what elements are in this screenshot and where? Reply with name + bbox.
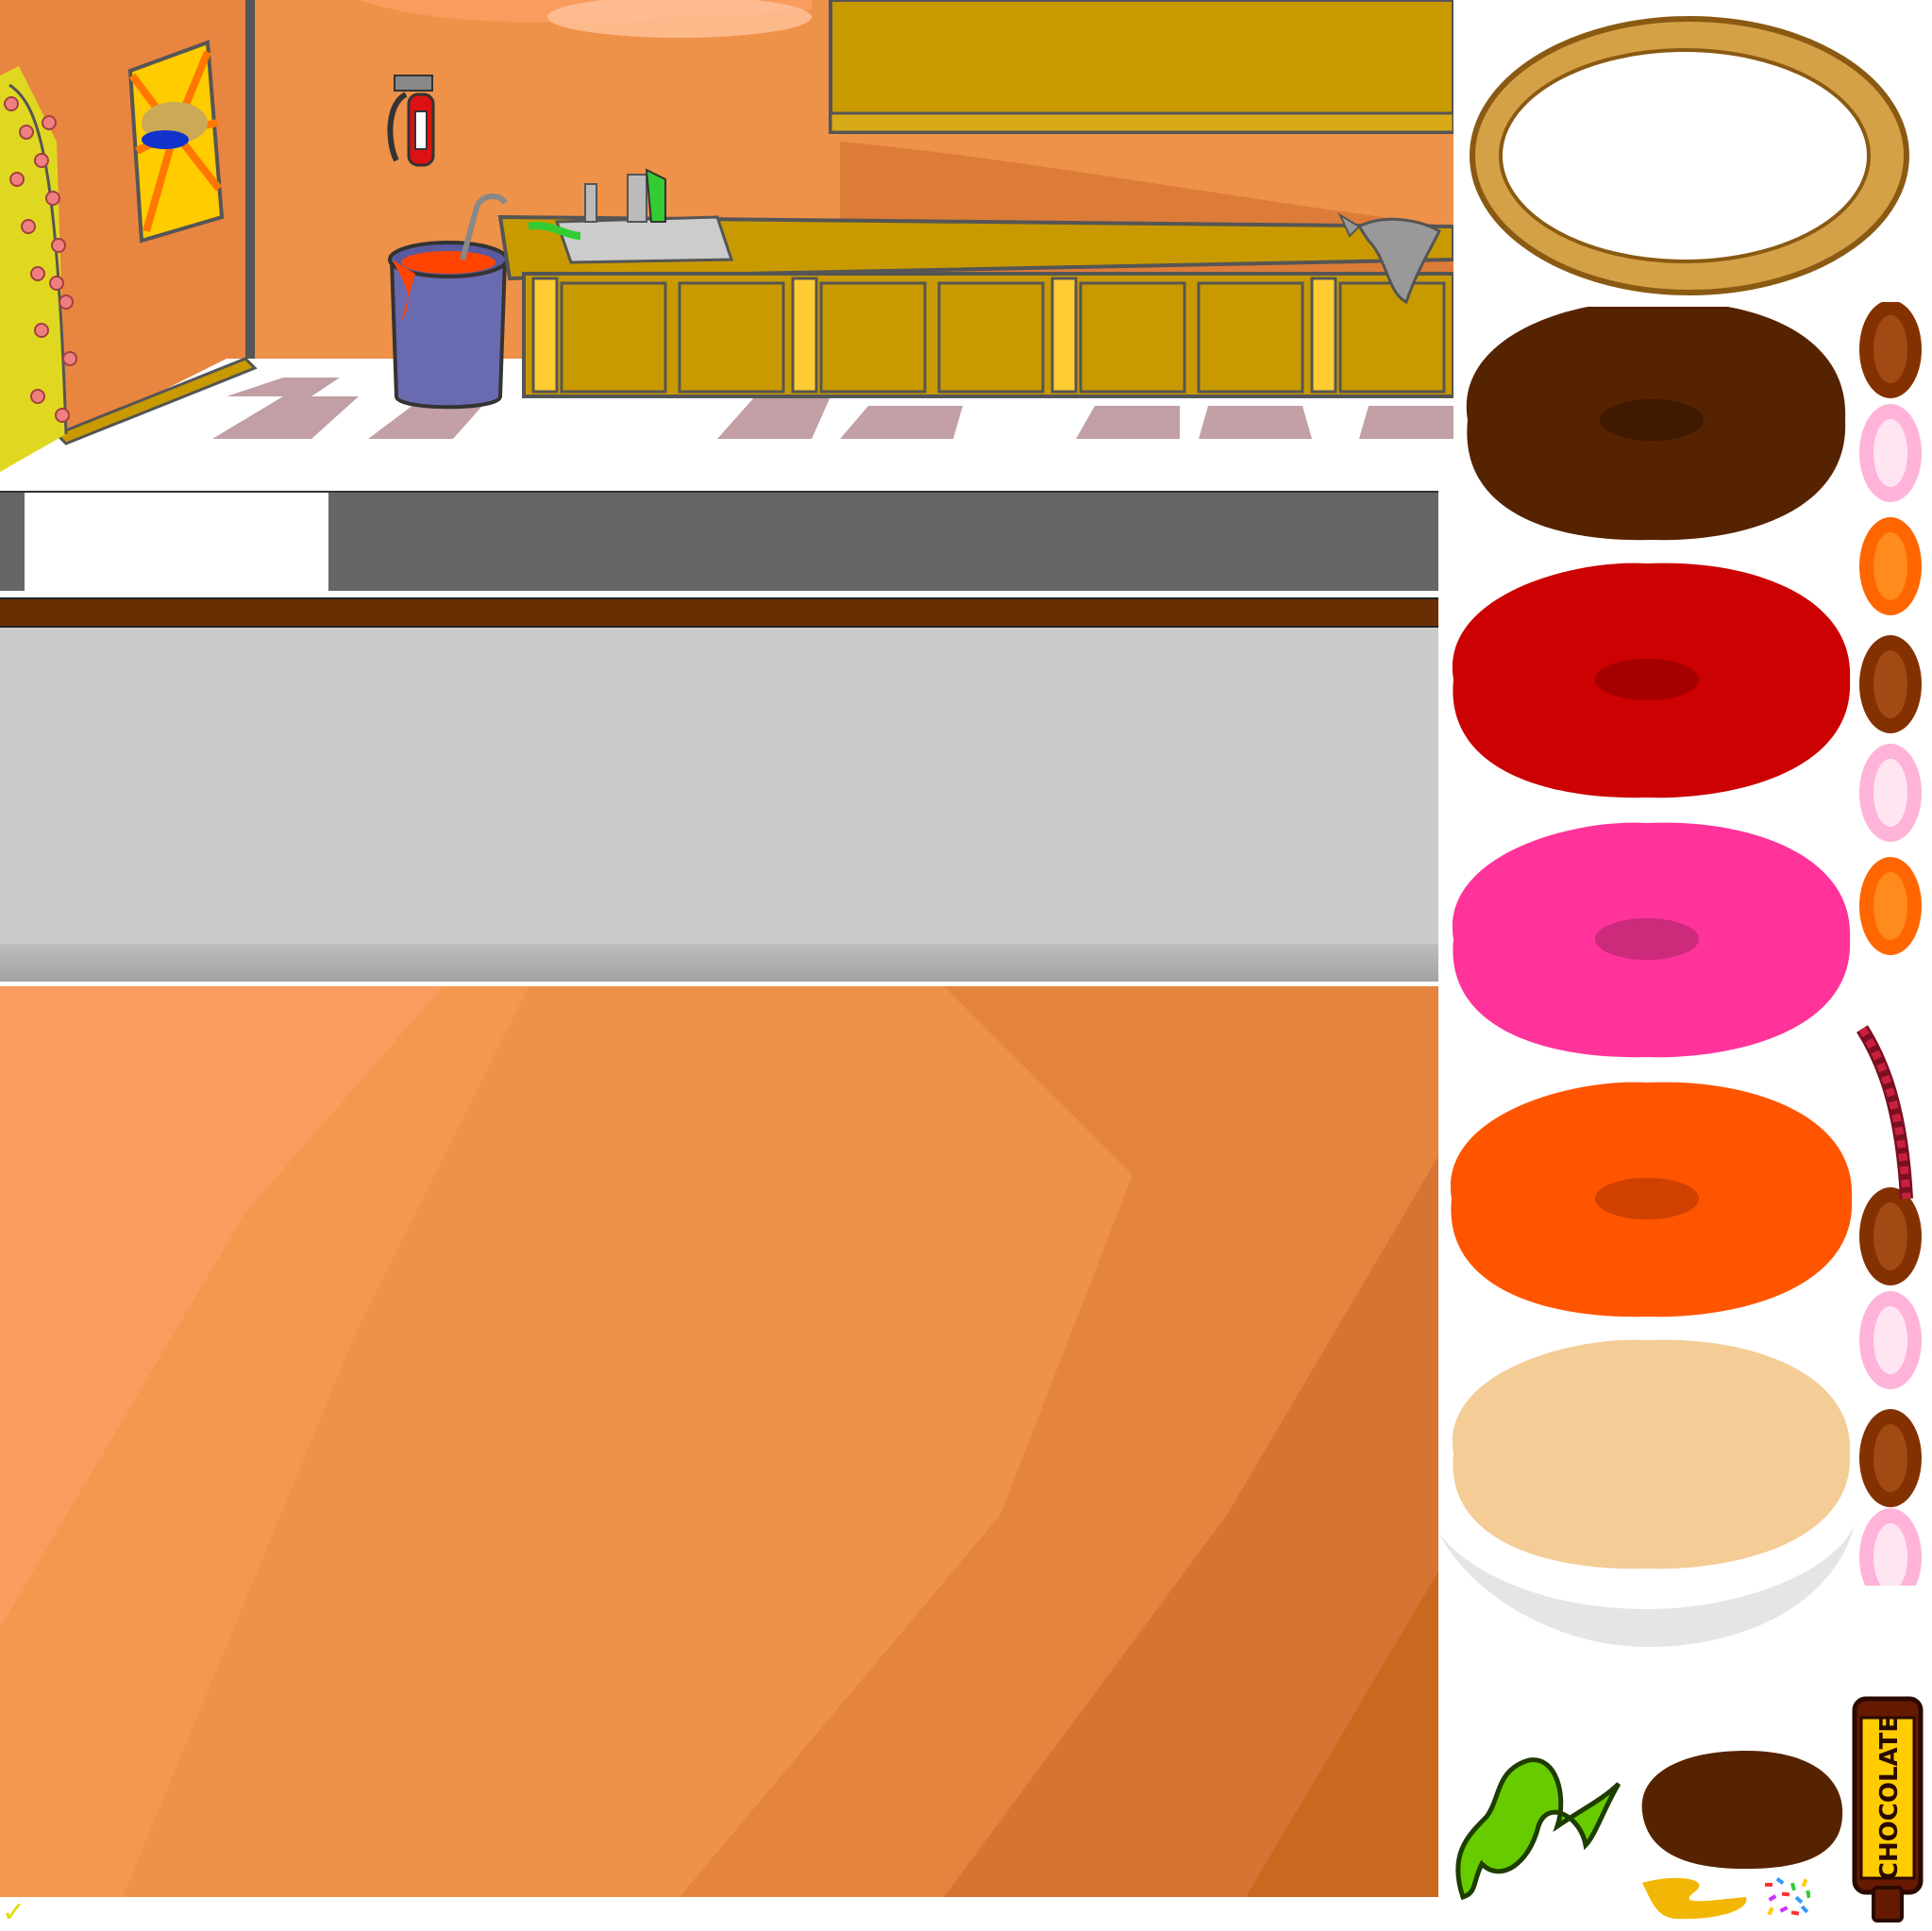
kitchen-scene — [0, 0, 1453, 485]
sprinkle — [1765, 1883, 1772, 1887]
sprinkle — [1767, 1906, 1774, 1916]
jelly-bean-pink[interactable] — [1859, 1508, 1922, 1586]
chocolate-bottle-sprite[interactable]: CHOCOLATE — [1850, 1694, 1925, 1925]
sprinkle — [1775, 1876, 1785, 1886]
sprinkles-sprite[interactable] — [1757, 1873, 1810, 1921]
sprinkle — [1779, 1906, 1789, 1913]
sauce-sprites — [1439, 307, 1864, 1741]
sprinkle — [1781, 1891, 1790, 1897]
jelly-bean-pink[interactable] — [1859, 744, 1922, 842]
sauce-pink[interactable] — [1452, 822, 1851, 1058]
jelly-bean-orange[interactable] — [1859, 517, 1922, 615]
jelly-bean-orange[interactable] — [1859, 857, 1922, 955]
sprinkle — [1768, 1894, 1777, 1902]
sprinkle — [1801, 1878, 1808, 1888]
chocolate-label: CHOCOLATE — [1875, 1716, 1904, 1880]
chocolate-drop-sprite[interactable] — [1633, 1746, 1850, 1873]
backdrop-panel — [0, 986, 1438, 1897]
sprinkle — [1790, 1910, 1800, 1916]
sprinkle — [1806, 1889, 1810, 1899]
sauce-red[interactable] — [1452, 563, 1851, 798]
order-panel — [0, 491, 1438, 591]
prep-counter-edge — [0, 944, 1438, 982]
jelly-bean-sprites — [1850, 302, 1932, 1586]
checkmark-icon[interactable]: ✓ — [2, 1897, 36, 1929]
licorice-sprite[interactable] — [1855, 1024, 1921, 1208]
sauce-orange[interactable] — [1450, 1082, 1853, 1318]
jelly-bean-pink[interactable] — [1859, 1291, 1922, 1389]
sprinkle — [1789, 1882, 1797, 1891]
jelly-bean-pink[interactable] — [1859, 404, 1922, 502]
sauce-chocolate[interactable] — [1466, 307, 1846, 541]
order-ticket-slot — [25, 493, 328, 591]
jelly-bean-brown[interactable] — [1859, 635, 1922, 733]
sprinkle — [1794, 1895, 1804, 1905]
counter-stripe — [0, 597, 1438, 628]
checkmark-glyph: ✓ — [2, 1896, 26, 1929]
cheese-squiggle-sprite[interactable] — [1638, 1873, 1756, 1925]
seaweed-sprite[interactable] — [1444, 1741, 1623, 1902]
jelly-bean-brown[interactable] — [1859, 1409, 1922, 1507]
pizza-crust-sprite[interactable] — [1453, 0, 1930, 311]
sprinkle — [1800, 1905, 1809, 1914]
fish-poster — [127, 40, 225, 243]
jelly-bean-brown[interactable] — [1859, 302, 1922, 398]
sauce-cream[interactable] — [1452, 1339, 1851, 1570]
prep-counter[interactable] — [0, 628, 1438, 982]
